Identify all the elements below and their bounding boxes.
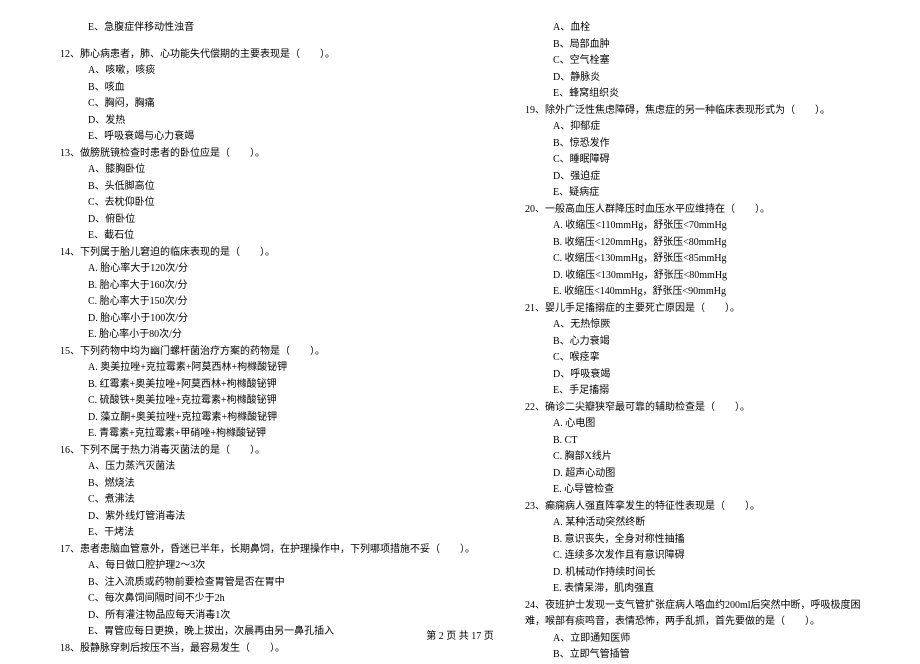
q16-option-a: A、压力蒸汽灭菌法 (40, 459, 475, 476)
q22-option-a: A. 心电图 (505, 416, 880, 433)
q11-option-e: E、急腹症伴移动性浊音 (40, 20, 475, 37)
q13-option-c: C、去枕仰卧位 (40, 195, 475, 212)
q18-option-e: E、蜂窝组织炎 (505, 86, 880, 103)
q17-option-d: D、所有灌注物品应每天消毒1次 (40, 608, 475, 625)
q23: 23、癫痫病人强直阵挛发生的特征性表现是（ ）。 (505, 499, 880, 516)
q12-option-d: D、发热 (40, 113, 475, 130)
q16-option-c: C、煮沸法 (40, 492, 475, 509)
q22-option-c: C. 胸部X线片 (505, 449, 880, 466)
q16-option-d: D、紫外线灯管消毒法 (40, 509, 475, 526)
q18-option-d: D、静脉炎 (505, 70, 880, 87)
q21-option-c: C、喉痉挛 (505, 350, 880, 367)
q17-option-a: A、每日做口腔护理2～3次 (40, 558, 475, 575)
q13: 13、做膀胱镜检查时患者的卧位应是（ ）。 (40, 146, 475, 163)
q15-option-b: B. 红霉素+奥美拉唑+阿莫西林+枸橼酸铋钾 (40, 377, 475, 394)
q12-option-e: E、呼吸衰竭与心力衰竭 (40, 129, 475, 146)
q14-option-d: D. 胎心率小于100次/分 (40, 311, 475, 328)
q14-option-c: C. 胎心率大于150次/分 (40, 294, 475, 311)
q19-option-e: E、疑病症 (505, 185, 880, 202)
q15-option-d: D. 藻立酮+奥美拉唑+克拉霉素+枸橼酸铋钾 (40, 410, 475, 427)
q22: 22、确诊二尖瓣狭窄最可靠的辅助检查是（ ）。 (505, 400, 880, 417)
q21-option-e: E、手足搐搦 (505, 383, 880, 400)
q14: 14、下列属于胎儿窘迫的临床表现的是（ ）。 (40, 245, 475, 262)
q20: 20、一般高血压人群降压时血压水平应维持在（ ）。 (505, 202, 880, 219)
q12: 12、肺心病患者，肺、心功能失代偿期的主要表现是（ ）。 (40, 47, 475, 64)
q13-option-e: E、截石位 (40, 228, 475, 245)
q14-option-b: B. 胎心率大于160次/分 (40, 278, 475, 295)
q23-option-b: B. 意识丧失，全身对称性抽搐 (505, 532, 880, 549)
q20-option-c: C. 收缩压<130mmHg，舒张压<85mmHg (505, 251, 880, 268)
q23-option-a: A. 某种活动突然终断 (505, 515, 880, 532)
q17: 17、患者患脑血管意外，昏迷已半年，长期鼻饲，在护理操作中，下列哪项措施不妥（ … (40, 542, 475, 559)
q20-option-e: E. 收缩压<140mmHg，舒张压<90mmHg (505, 284, 880, 301)
q17-option-b: B、注入流质或药物前要检查胃管是否在胃中 (40, 575, 475, 592)
q13-option-d: D、俯卧位 (40, 212, 475, 229)
q12-option-b: B、咳血 (40, 80, 475, 97)
left-column: E、急腹症伴移动性浊音 12、肺心病患者，肺、心功能失代偿期的主要表现是（ ）。… (40, 20, 475, 664)
q16-option-b: B、燃烧法 (40, 476, 475, 493)
q19-option-b: B、惊恐发作 (505, 136, 880, 153)
q19: 19、除外广泛性焦虑障碍，焦虑症的另一种临床表现形式为（ ）。 (505, 103, 880, 120)
q24: 24、夜班护士发现一支气管扩张症病人咯血约200ml后突然中断，呼吸极度困难，喉… (505, 598, 880, 631)
q15-option-c: C. 硫酸铁+奥美拉唑+克拉霉素+枸橼酸铋钾 (40, 393, 475, 410)
right-column: A、血栓 B、局部血肿 C、空气栓塞 D、静脉炎 E、蜂窝组织炎 19、除外广泛… (505, 20, 880, 664)
q22-option-b: B. CT (505, 433, 880, 450)
q21-option-b: B、心力衰竭 (505, 334, 880, 351)
q18-option-c: C、空气栓塞 (505, 53, 880, 70)
q18-option-a: A、血栓 (505, 20, 880, 37)
q20-option-a: A. 收缩压<110mmHg，舒张压<70mmHg (505, 218, 880, 235)
q14-option-a: A. 胎心率大于120次/分 (40, 261, 475, 278)
q14-option-e: E. 胎心率小于80次/分 (40, 327, 475, 344)
q12-option-c: C、胸闷，胸痛 (40, 96, 475, 113)
q20-option-b: B. 收缩压<120mmHg，舒张压<80mmHg (505, 235, 880, 252)
q18-option-b: B、局部血肿 (505, 37, 880, 54)
q23-option-d: D. 机械动作持续时间长 (505, 565, 880, 582)
q18: 18、股静脉穿刺后按压不当，最容易发生（ ）。 (40, 641, 475, 658)
q16: 16、下列不属于热力消毒灭菌法的是（ ）。 (40, 443, 475, 460)
q16-option-e: E、干烤法 (40, 525, 475, 542)
q15: 15、下列药物中均为幽门螺杆菌治疗方案的药物是（ ）。 (40, 344, 475, 361)
q15-option-e: E. 青霉素+克拉霉素+甲硝唑+枸橼酸铋钾 (40, 426, 475, 443)
q13-option-a: A、膝胸卧位 (40, 162, 475, 179)
q24-option-b: B、立即气管插管 (505, 647, 880, 664)
q19-option-d: D、强迫症 (505, 169, 880, 186)
q21-option-a: A、无热惊厥 (505, 317, 880, 334)
q19-option-a: A、抑郁症 (505, 119, 880, 136)
q15-option-a: A. 奥美拉唑+克拉霉素+阿莫西林+枸橼酸铋钾 (40, 360, 475, 377)
page-footer: 第 2 页 共 17 页 (0, 627, 920, 642)
q17-option-c: C、每次鼻饲间隔时间不少于2h (40, 591, 475, 608)
q23-option-e: E. 表情呆滞，肌肉强直 (505, 581, 880, 598)
q13-option-b: B、头低脚高位 (40, 179, 475, 196)
q21-option-d: D、呼吸衰竭 (505, 367, 880, 384)
q19-option-c: C、睡眠障碍 (505, 152, 880, 169)
q23-option-c: C. 连续多次发作且有意识障碍 (505, 548, 880, 565)
q22-option-d: D. 超声心动图 (505, 466, 880, 483)
q21: 21、婴儿手足搐搦症的主要死亡原因是（ ）。 (505, 301, 880, 318)
q20-option-d: D. 收缩压<130mmHg，舒张压<80mmHg (505, 268, 880, 285)
q22-option-e: E. 心导管检查 (505, 482, 880, 499)
q12-option-a: A、咳嗽，咳痰 (40, 63, 475, 80)
